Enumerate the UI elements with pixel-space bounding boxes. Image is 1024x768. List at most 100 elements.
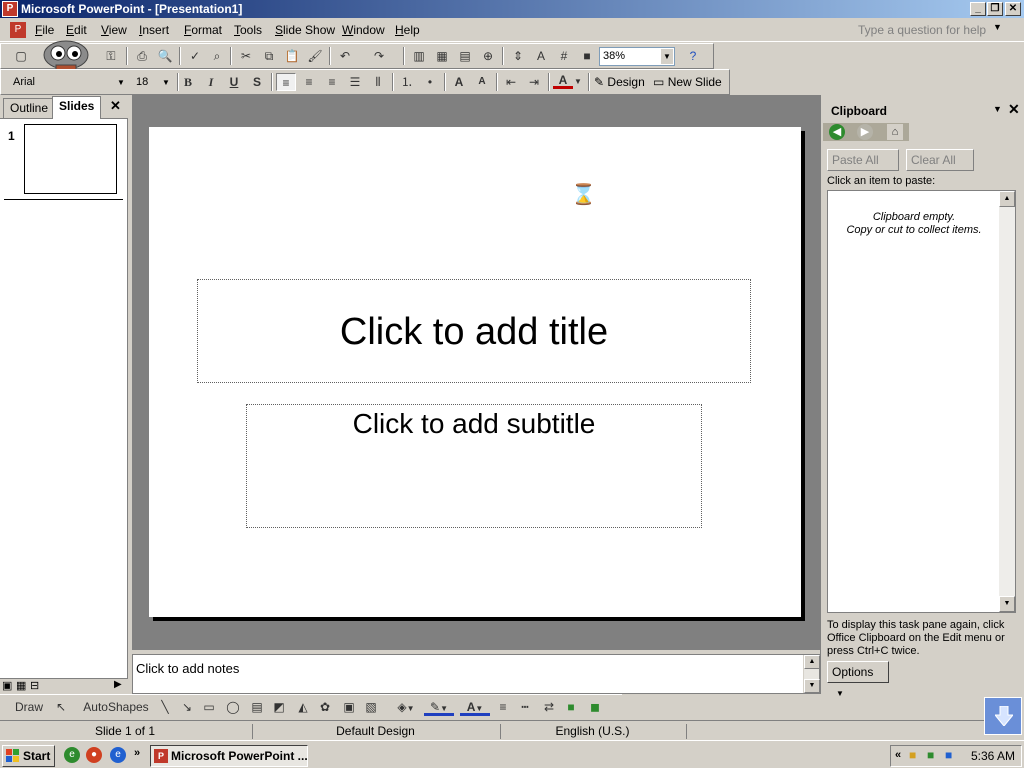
paste-icon[interactable]: 📋 <box>282 47 302 65</box>
tray-icon-3[interactable]: ■ <box>945 748 952 762</box>
increase-indent-icon[interactable]: ⇥ <box>524 73 544 91</box>
spelling-icon[interactable]: ✓ <box>185 47 205 65</box>
ask-dropdown-icon[interactable]: ▼ <box>993 22 1002 32</box>
quick-launch-icon[interactable]: e <box>64 747 80 763</box>
bullets-icon[interactable]: • <box>420 73 440 91</box>
underline-button[interactable]: U <box>224 73 244 91</box>
clip-art-icon[interactable]: ✿ <box>316 698 334 716</box>
close-button[interactable]: ✕ <box>1005 2 1021 16</box>
autoshapes-menu-button[interactable]: AutoShapes ▼ <box>80 698 152 733</box>
menu-window[interactable]: Window <box>342 23 385 37</box>
color-grayscale-icon[interactable]: ■ <box>577 47 597 65</box>
ask-question-input[interactable]: Type a question for help <box>854 21 1008 39</box>
clipboard-items-list[interactable]: Clipboard empty. Copy or cut to collect … <box>827 190 1016 613</box>
rectangle-icon[interactable]: ▭ <box>200 698 218 716</box>
document-icon[interactable]: P <box>10 22 26 38</box>
grid-icon[interactable]: # <box>554 47 574 65</box>
print-preview-icon[interactable]: 🔍 <box>155 47 175 65</box>
scroll-down-icon[interactable]: ▼ <box>999 596 1015 612</box>
fill-color-icon[interactable]: ◈▼ <box>392 698 420 716</box>
oval-icon[interactable]: ◯ <box>224 698 242 716</box>
new-slide-button[interactable]: ▭ New Slide <box>653 73 722 91</box>
copy-icon[interactable]: ⧉ <box>259 47 279 65</box>
arrow-icon[interactable]: ↘ <box>178 698 196 716</box>
align-left-icon[interactable]: ≡ <box>276 73 296 91</box>
close-icon[interactable]: ✕ <box>110 98 121 114</box>
scroll-up-icon[interactable]: ▲ <box>999 191 1015 207</box>
italic-button[interactable]: I <box>201 73 221 91</box>
shadow-button[interactable]: S <box>247 73 267 91</box>
align-right-icon[interactable]: ≡ <box>322 73 342 91</box>
arrow-style-icon[interactable]: ⇄ <box>540 698 558 716</box>
numbering-icon[interactable]: ⒈ <box>397 73 417 91</box>
forward-icon[interactable]: ▶ <box>857 124 873 140</box>
redo-icon[interactable]: ↷ <box>369 47 389 65</box>
title-placeholder[interactable]: Click to add title <box>197 279 751 383</box>
help-icon[interactable]: ? <box>683 47 703 65</box>
image-icon[interactable]: ▧ <box>362 698 380 716</box>
back-icon[interactable]: ◀ <box>829 124 845 140</box>
line-color-icon[interactable]: ✎▼ <box>424 698 454 716</box>
internet-explorer-icon[interactable]: e <box>110 747 126 763</box>
line-icon[interactable]: ╲ <box>156 698 174 716</box>
diagram-icon[interactable]: ◭ <box>294 698 312 716</box>
menu-view[interactable]: View <box>101 23 127 37</box>
picture-icon[interactable]: ▣ <box>340 698 358 716</box>
home-icon[interactable]: ⌂ <box>887 124 903 140</box>
expand-all-icon[interactable]: ⇕ <box>508 47 528 65</box>
slide-show-icon[interactable]: ⊟ <box>30 679 39 692</box>
tray-icon-2[interactable]: ■ <box>927 748 934 762</box>
tab-outline[interactable]: Outline <box>3 98 56 118</box>
design-button[interactable]: ✎ Design <box>594 73 645 91</box>
font-size-select[interactable]: 18 ▼ <box>132 73 174 92</box>
menu-format[interactable]: Format <box>184 23 222 37</box>
slide-sorter-icon[interactable]: ▦ <box>16 679 26 692</box>
minimize-button[interactable]: _ <box>970 2 986 16</box>
bold-button[interactable]: B <box>178 73 198 91</box>
font-color-icon[interactable]: A <box>553 73 573 89</box>
scroll-down-icon[interactable]: ▼ <box>804 679 820 693</box>
insert-chart-icon[interactable]: ▥ <box>409 47 429 65</box>
powerpoint-app-icon[interactable]: P <box>2 1 18 17</box>
options-button[interactable]: Options ▼ <box>827 661 889 698</box>
zoom-select[interactable]: 38% ▼ <box>599 47 675 66</box>
tables-borders-icon[interactable]: ▤ <box>455 47 475 65</box>
show-formatting-icon[interactable]: A <box>531 47 551 65</box>
scroll-up-icon[interactable]: ▲ <box>804 655 820 669</box>
menu-tools[interactable]: Tools <box>234 23 262 37</box>
scroll-right-icon[interactable]: ▶ <box>114 679 122 690</box>
notes-placeholder[interactable]: Click to add notes <box>136 661 239 676</box>
show-more-icon[interactable]: » <box>134 747 140 759</box>
line-style-icon[interactable]: ≡ <box>494 698 512 716</box>
decrease-font-icon[interactable]: A <box>472 73 492 91</box>
notes-scrollbar[interactable]: ▲ ▼ <box>803 655 820 693</box>
draw-menu-button[interactable]: Draw ▼ <box>10 698 48 733</box>
3d-style-icon[interactable]: ◼ <box>586 698 604 716</box>
shadow-style-icon[interactable]: ■ <box>562 698 580 716</box>
chrome-icon[interactable]: ● <box>86 747 102 763</box>
tab-slides[interactable]: Slides <box>52 96 102 119</box>
start-button[interactable]: Start <box>2 745 55 767</box>
clear-all-button[interactable]: Clear All <box>906 149 974 171</box>
dash-style-icon[interactable]: ┅ <box>516 698 534 716</box>
subtitle-placeholder[interactable]: Click to add subtitle <box>246 404 702 528</box>
tray-icon-1[interactable]: ■ <box>909 748 916 762</box>
slide-thumbnail[interactable] <box>24 124 117 194</box>
permission-icon[interactable]: ⚿ <box>101 47 121 65</box>
slide-canvas[interactable]: Click to add title Click to add subtitle… <box>149 127 801 617</box>
chevron-down-icon[interactable]: ▼ <box>993 104 1002 114</box>
print-icon[interactable]: ⎙ <box>132 47 152 65</box>
chevron-down-icon[interactable]: ▼ <box>115 75 127 90</box>
new-icon[interactable]: ▢ <box>11 47 31 65</box>
close-icon[interactable]: ✕ <box>1008 101 1020 118</box>
taskbar-powerpoint[interactable]: P Microsoft PowerPoint ... <box>150 745 308 767</box>
list-scrollbar[interactable]: ▲ ▼ <box>999 191 1015 612</box>
menu-insert[interactable]: Insert <box>139 23 169 37</box>
cut-icon[interactable]: ✂ <box>236 47 256 65</box>
font-select[interactable]: Arial ▼ <box>9 73 129 92</box>
align-center-icon[interactable]: ≡ <box>299 73 319 91</box>
wordart-icon[interactable]: ◩ <box>270 698 288 716</box>
clock[interactable]: 5:36 AM <box>971 749 1015 763</box>
format-painter-icon[interactable]: 🖌 <box>305 47 325 65</box>
research-icon[interactable]: ⌕ <box>207 47 227 65</box>
